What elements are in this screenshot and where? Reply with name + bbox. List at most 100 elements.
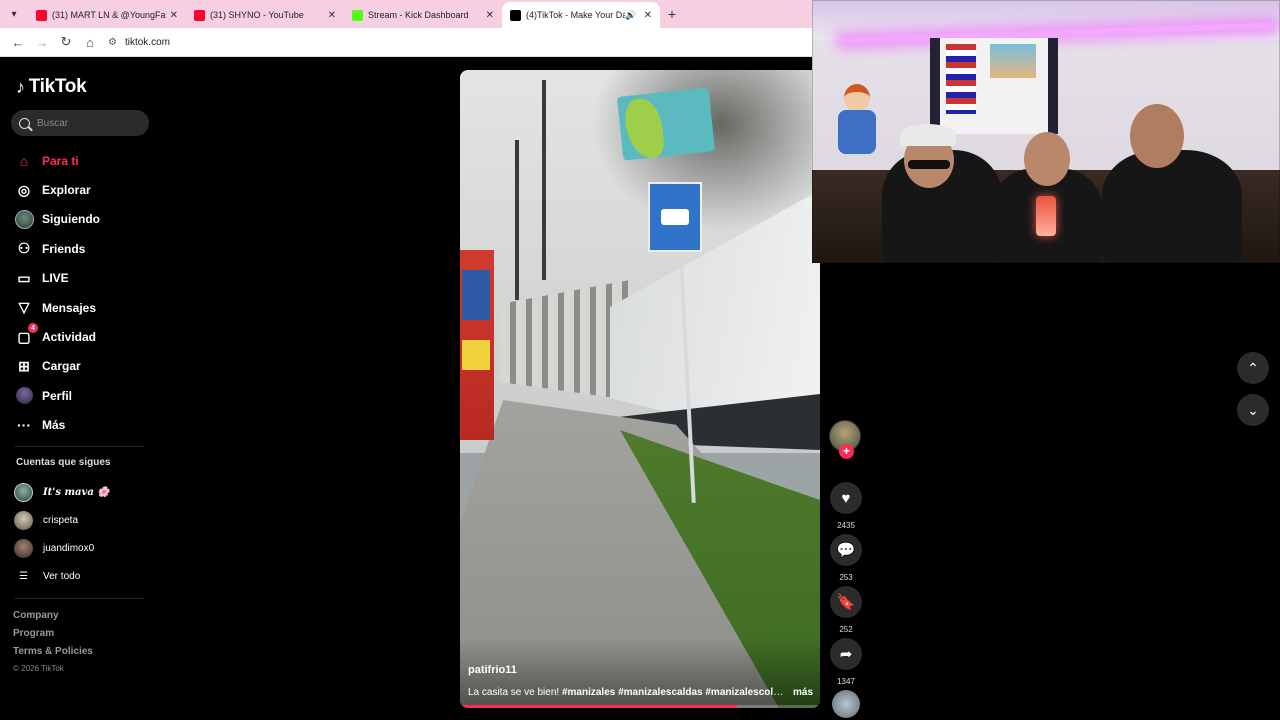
video-frame-bus: [460, 250, 494, 440]
like-count: 2435: [837, 521, 855, 530]
share-action[interactable]: ➦ 1347: [829, 638, 863, 690]
account-avatar: [14, 482, 33, 502]
browser-tab-3[interactable]: (4)TikTok - Make Your Day 🔊 ✕: [502, 2, 660, 28]
cam-border: [812, 0, 1280, 263]
reload-icon[interactable]: ↻: [54, 30, 78, 54]
tab-close-icon[interactable]: ✕: [644, 10, 652, 21]
search-input[interactable]: Buscar: [11, 110, 149, 136]
account-name: 𝑰𝒕'𝒔 𝒎𝒂𝒗𝒂 🌸: [43, 486, 110, 498]
video-progress-bar[interactable]: [460, 705, 820, 708]
search-placeholder: Buscar: [37, 117, 69, 129]
save-count: 252: [839, 625, 853, 634]
tiktok-note-icon: ♪: [16, 76, 25, 97]
account-avatar: [14, 538, 33, 558]
tab-close-icon[interactable]: ✕: [328, 10, 336, 21]
youtube-favicon-icon: [194, 9, 205, 21]
site-info-icon[interactable]: ⚙: [108, 37, 117, 48]
profile-avatar: [14, 386, 34, 406]
following-section-title: Cuentas que sigues: [16, 457, 111, 468]
bookmark-icon[interactable]: 🔖: [830, 586, 862, 618]
logo-text: TikTok: [28, 76, 87, 97]
new-tab-plus-icon[interactable]: +: [660, 2, 684, 26]
browser-tab-1[interactable]: (31) SHYNO - YouTube ✕: [186, 2, 344, 28]
nav-item-para-ti[interactable]: ⌂ Para ti: [14, 146, 100, 175]
bus-stop-sign: [648, 182, 702, 252]
nav-item-friends[interactable]: ⚇ Friends: [14, 234, 100, 263]
youtube-favicon-icon: [36, 9, 47, 21]
sidebar: ♪ TikTok Buscar ⌂ Para ti ◎ Explorar Sig…: [0, 58, 160, 720]
more-link[interactable]: más: [793, 687, 813, 698]
live-tv-icon: ▭: [17, 269, 31, 286]
video-frame-palm: [542, 80, 546, 280]
nav-item-cargar[interactable]: ⊞ Cargar: [14, 352, 100, 381]
footer: Company Program Terms & Policies © 2026 …: [13, 610, 93, 678]
tab-close-icon[interactable]: ✕: [170, 10, 178, 21]
following-avatar: [14, 209, 34, 229]
video-progress-fill: [460, 705, 738, 708]
upload-plus-icon: ⊞: [18, 357, 30, 374]
nav-label: Perfil: [42, 388, 73, 403]
back-arrow-icon[interactable]: ←: [6, 30, 30, 54]
list-icon: ☰: [19, 570, 28, 582]
description-hashtags[interactable]: #manizales #manizalescaldas #manizalesco…: [562, 687, 787, 698]
following-list: 𝑰𝒕'𝒔 𝒎𝒂𝒗𝒂 🌸 crispeta juandimox0 ☰ Ver to…: [14, 478, 110, 590]
comment-action[interactable]: 💬 253: [829, 534, 863, 586]
more-dots-icon: ···: [17, 417, 31, 434]
video-actions: + ♥ 2435 💬 253 🔖 252 ➦ 1347: [829, 420, 863, 718]
account-name: juandimox0: [43, 542, 95, 554]
footer-link-terms[interactable]: Terms & Policies: [13, 646, 93, 664]
home-icon: ⌂: [19, 152, 29, 169]
forward-arrow-icon[interactable]: →: [30, 30, 54, 54]
creator-avatar[interactable]: +: [829, 420, 861, 459]
browser-tab-2[interactable]: Stream - Kick Dashboard ✕: [344, 2, 502, 28]
video-frame-palm: [515, 140, 519, 300]
tab-close-icon[interactable]: ✕: [486, 10, 494, 21]
following-item[interactable]: juandimox0: [14, 534, 110, 562]
address-bar: ← → ↻ ⌂ ⚙ tiktok.com: [0, 28, 812, 57]
nav-item-actividad[interactable]: ▢ 4 Actividad: [14, 322, 100, 351]
nav-label: Explorar: [42, 183, 91, 198]
home-icon[interactable]: ⌂: [78, 30, 102, 54]
url-text: tiktok.com: [124, 36, 170, 48]
nav-item-mensajes[interactable]: ▽ Mensajes: [14, 293, 100, 322]
nav-label: Friends: [42, 241, 86, 256]
nav-label: Más: [42, 418, 66, 433]
speaker-icon[interactable]: 🔊: [625, 10, 636, 21]
footer-link-company[interactable]: Company: [13, 610, 93, 628]
map-sign: [616, 87, 716, 161]
tiktok-logo[interactable]: ♪ TikTok: [16, 76, 87, 98]
heart-icon[interactable]: ♥: [830, 482, 862, 514]
video-author[interactable]: patifrio11: [468, 664, 517, 676]
comment-icon[interactable]: 💬: [830, 534, 862, 566]
nav-item-live[interactable]: ▭ LIVE: [14, 264, 100, 293]
save-action[interactable]: 🔖 252: [829, 586, 863, 638]
nav-item-explorar[interactable]: ◎ Explorar: [14, 175, 100, 204]
tab-search-chevron-icon[interactable]: ▾: [3, 3, 25, 25]
like-action[interactable]: ♥ 2435: [829, 482, 863, 534]
tiktok-favicon-icon: [510, 9, 521, 21]
following-item[interactable]: crispeta: [14, 506, 110, 534]
browser-tab-bar: ▾ (31) MART LN & @YoungFatty ✕ (31) SHYN…: [0, 0, 812, 28]
nav-item-mas[interactable]: ··· Más: [14, 411, 100, 440]
next-video-chevron-down-icon[interactable]: ⌄: [1237, 394, 1269, 426]
follow-plus-icon[interactable]: +: [839, 444, 854, 459]
see-all-link[interactable]: ☰ Ver todo: [14, 562, 110, 590]
following-item[interactable]: 𝑰𝒕'𝒔 𝒎𝒂𝒗𝒂 🌸: [14, 478, 110, 506]
account-avatar: [14, 510, 33, 530]
previous-video-chevron-up-icon[interactable]: ⌃: [1237, 352, 1269, 384]
nav-label: Para ti: [42, 153, 79, 168]
video-description: La casita se ve bien! #manizales #maniza…: [468, 687, 813, 698]
nav-item-perfil[interactable]: Perfil: [14, 381, 100, 410]
account-name: crispeta: [43, 514, 79, 526]
music-disc-icon[interactable]: [832, 690, 860, 718]
browser-tab-0[interactable]: (31) MART LN & @YoungFatty ✕: [28, 2, 186, 28]
tab-title: Stream - Kick Dashboard: [368, 10, 469, 20]
video-player[interactable]: patifrio11 La casita se ve bien! #maniza…: [460, 70, 820, 708]
nav-item-siguiendo[interactable]: Siguiendo: [14, 205, 100, 234]
share-icon[interactable]: ➦: [830, 638, 862, 670]
see-all-label: Ver todo: [43, 570, 81, 582]
divider: [14, 446, 144, 447]
footer-link-program[interactable]: Program: [13, 628, 93, 646]
url-field[interactable]: ⚙ tiktok.com: [108, 31, 170, 53]
copyright: © 2026 TikTok: [13, 664, 64, 673]
